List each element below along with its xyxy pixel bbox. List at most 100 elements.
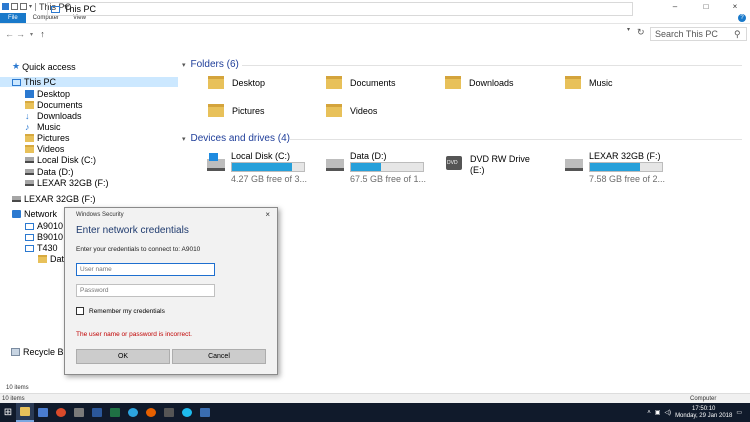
nav-a9010[interactable]: A9010 [25,221,63,231]
drive-dvd[interactable]: DVD RW Drive (E:) [446,154,556,184]
drive-usage-bar [231,162,305,172]
notifications-icon[interactable]: ▭ [736,409,742,416]
drive-data[interactable]: Data (D:) 67.5 GB free of 1... [326,151,436,187]
drive-usage-bar [350,162,424,172]
computer-icon [12,78,21,86]
properties-icon[interactable] [11,3,18,10]
ok-button[interactable]: OK [76,349,170,364]
taskbar-word[interactable] [88,403,106,422]
up-icon[interactable]: ↑ [37,29,48,39]
dialog-title: Windows Security [76,212,124,218]
nav-network[interactable]: Network [12,209,57,219]
username-field[interactable] [76,263,215,276]
nav-lexar-child[interactable]: LEXAR 32GB (F:) [25,178,109,188]
taskbar-explorer[interactable] [16,403,34,422]
nav-downloads[interactable]: ↓ Downloads [25,111,82,121]
drives-divider [290,139,742,140]
folder-music[interactable]: Music [565,76,613,89]
quick-access-toolbar: ▾ [0,0,32,13]
back-icon[interactable]: ← [4,29,15,39]
minimize-button[interactable]: – [660,0,690,13]
drive-icon [326,159,344,171]
folder-pictures[interactable]: Pictures [208,104,265,117]
nav-data-drive[interactable]: Data (D:) [25,167,74,177]
maximize-button[interactable]: □ [691,0,721,13]
nav-documents[interactable]: Documents [25,100,83,110]
search-box[interactable]: Search This PC ⚲ [650,27,747,41]
address-dropdown-icon[interactable]: ▾ [627,26,630,33]
chevron-down-icon: ▾ [182,61,186,69]
taskbar-calculator[interactable] [160,403,178,422]
chevron-down-icon: ▾ [182,135,186,143]
dialog-close-button[interactable]: × [265,210,270,219]
drives-group-header[interactable]: ▾ Devices and drives (4) [182,133,290,144]
nav-local-disk[interactable]: Local Disk (C:) [25,155,96,165]
this-pc-icon [51,5,60,13]
folder-videos[interactable]: Videos [326,104,377,117]
taskbar-ie[interactable] [178,403,196,422]
drive-usage-fill [351,163,382,171]
drive-lexar[interactable]: LEXAR 32GB (F:) 7.58 GB free of 2... [565,151,675,187]
taskbar-app-2[interactable] [34,403,52,422]
folder-desktop[interactable]: Desktop [208,76,265,89]
desktop-icon [25,90,34,98]
search-icon: ⚲ [734,28,741,39]
taskbar-app-4[interactable] [70,403,88,422]
usb-drive-icon [12,196,21,202]
folders-group-header[interactable]: ▾ Folders (6) [182,59,239,70]
password-field[interactable] [76,284,215,297]
nav-pictures[interactable]: Pictures [25,133,70,143]
folder-documents[interactable]: Documents [326,76,396,89]
folder-icon [208,104,224,117]
nav-lexar[interactable]: LEXAR 32GB (F:) [12,194,96,204]
nav-videos[interactable]: Videos [25,144,64,154]
dialog-subtitle: Enter your credentials to connect to: A9… [76,246,201,253]
nav-quick-access[interactable]: ★ Quick access [12,61,76,72]
telegram-icon [128,408,138,417]
selected-count: 10 items [2,396,25,402]
address-bar[interactable]: This PC [47,2,633,16]
recent-locations-icon[interactable]: ▾ [26,31,37,38]
taskbar-excel[interactable] [106,403,124,422]
start-button[interactable]: ⊞ [0,403,16,422]
taskbar-app-3[interactable] [52,403,70,422]
nav-desktop[interactable]: Desktop [25,89,70,99]
help-icon[interactable]: ? [738,14,746,22]
status-bar: 10 items 10 items Computer [0,383,750,404]
nav-recycle-bin[interactable]: Recycle Bin [11,347,71,357]
nav-this-pc[interactable]: This PC [0,77,178,87]
chevron-up-icon[interactable]: ˄ [647,410,651,416]
cancel-button[interactable]: Cancel [172,349,266,364]
refresh-icon[interactable]: ↻ [637,27,645,38]
remember-checkbox[interactable] [76,307,84,315]
folder-downloads[interactable]: Downloads [445,76,514,89]
calculator-icon [164,408,174,417]
taskbar-telegram[interactable] [124,403,142,422]
excel-icon [110,408,120,417]
network-tray-icon[interactable]: ▣ [655,409,661,416]
taskbar-app-11[interactable] [196,403,214,422]
close-button[interactable]: × [720,0,750,13]
nav-b9010[interactable]: B9010 [25,232,63,242]
downloads-icon: ↓ [25,111,30,121]
firefox-icon [146,408,156,417]
word-icon [92,408,102,417]
new-folder-icon[interactable] [20,3,27,10]
drive-usage-bar [589,162,663,172]
nav-music[interactable]: ♪ Music [25,122,61,132]
drive-usage-fill [232,163,292,171]
forward-icon[interactable]: → [15,29,26,39]
drive-local-disk[interactable]: Local Disk (C:) 4.27 GB free of 3... [207,151,317,187]
volume-icon[interactable]: ◁) [664,409,671,416]
search-input[interactable]: Search This PC [655,29,734,39]
nav-t430[interactable]: T430 [25,243,58,253]
tab-file[interactable]: File [0,13,26,23]
folder-icon [565,76,581,89]
dvd-drive-icon [446,156,462,170]
remember-credentials[interactable]: Remember my credentials [76,307,165,315]
clock[interactable]: 17:50:10 Monday, 29 Jan 2018 [675,406,732,420]
taskbar-firefox[interactable] [142,403,160,422]
customize-qa-icon[interactable]: ▾ [29,3,32,10]
documents-icon [25,101,34,109]
usb-drive-icon [25,180,34,186]
